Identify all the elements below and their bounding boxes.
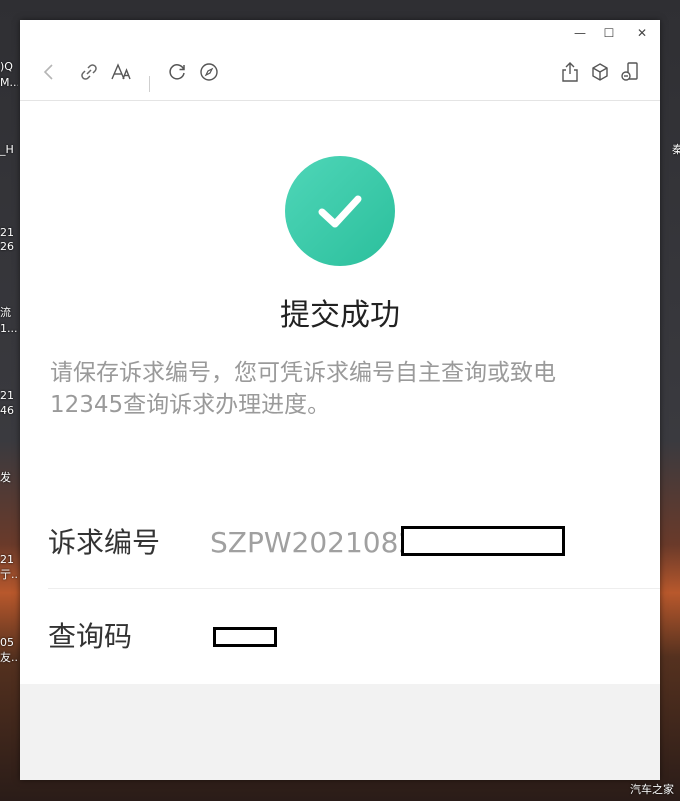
cube-icon[interactable] <box>588 60 612 84</box>
checkmark-icon <box>318 195 362 228</box>
toolbar-divider <box>149 76 150 92</box>
font-size-icon[interactable] <box>109 60 133 84</box>
desktop-icon-label[interactable]: _H <box>0 143 18 157</box>
success-title: 提交成功 <box>280 298 400 333</box>
toolbar <box>20 46 660 101</box>
desktop-icon-label[interactable]: 05 <box>0 636 18 650</box>
desktop-icon-label[interactable]: 46 <box>0 404 18 418</box>
close-button[interactable]: ✕ <box>630 23 654 43</box>
phone-mirror-icon[interactable] <box>618 60 642 84</box>
title-bar[interactable]: — ☐ ✕ <box>20 20 660 46</box>
desktop-icon-label[interactable]: 友... <box>0 651 18 665</box>
footer-area <box>20 684 660 780</box>
appeal-number-value: SZPW2021082 <box>210 526 417 559</box>
row-divider <box>48 588 660 589</box>
refresh-icon[interactable] <box>166 60 190 84</box>
maximize-button[interactable]: ☐ <box>597 23 621 43</box>
desktop-icon-label[interactable]: M... <box>0 76 18 90</box>
minimize-button[interactable]: — <box>568 23 592 43</box>
watermark: 汽车之家 <box>630 783 674 796</box>
link-icon[interactable] <box>77 60 101 84</box>
appeal-number-label: 诉求编号 <box>48 526 161 559</box>
desktop-icon-label[interactable]: 26 <box>0 240 18 254</box>
desktop-icon-label-right[interactable]: 秦 <box>672 143 680 157</box>
compass-icon[interactable] <box>197 60 221 84</box>
success-badge <box>285 156 395 266</box>
desktop-icon-label[interactable]: 流 <box>0 306 18 320</box>
back-icon[interactable] <box>37 60 61 84</box>
desktop-icon-label[interactable]: 21 <box>0 553 18 567</box>
desktop-icon-label[interactable]: 1... <box>0 322 18 336</box>
desktop-icon-label[interactable]: )Q <box>0 60 18 74</box>
query-code-row: 查询码 <box>48 592 660 682</box>
desktop-icon-label[interactable]: 发 <box>0 471 18 485</box>
app-window: — ☐ ✕ 提交成功 请保存诉求编号，您可凭诉求编号自主查询或致电12345查询… <box>20 20 660 780</box>
redaction-box <box>401 526 565 556</box>
desktop-icon-label[interactable]: 21 <box>0 226 18 240</box>
redaction-box <box>213 627 277 647</box>
appeal-number-row: 诉求编号 SZPW2021082 <box>48 498 660 588</box>
share-icon[interactable] <box>558 60 582 84</box>
save-hint-text: 请保存诉求编号，您可凭诉求编号自主查询或致电12345查询诉求办理进度。 <box>50 360 556 418</box>
desktop-icon-label[interactable]: 亍... <box>0 568 18 582</box>
query-code-label: 查询码 <box>48 620 133 653</box>
desktop-icon-label[interactable]: 21 <box>0 389 18 403</box>
